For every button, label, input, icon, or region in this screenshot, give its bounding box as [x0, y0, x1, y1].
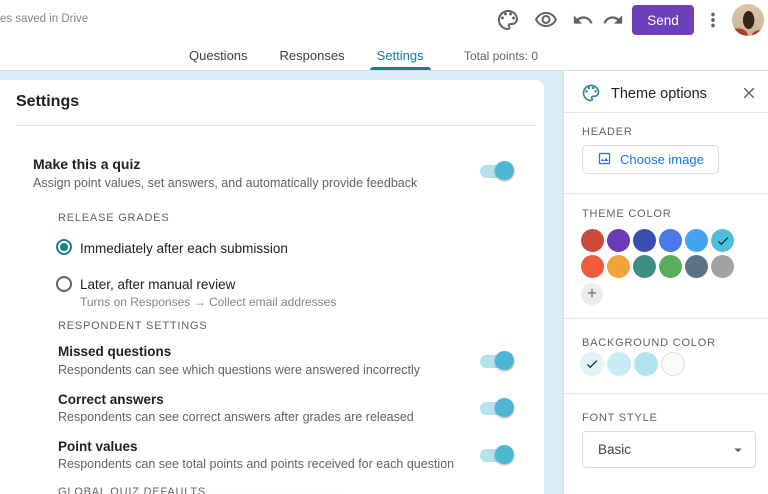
undo-icon	[572, 9, 594, 31]
image-icon	[597, 151, 612, 169]
divider	[564, 393, 768, 394]
divider	[564, 193, 768, 194]
toggle-thumb	[495, 398, 514, 417]
correct-answers-description: Respondents can see correct answers afte…	[58, 410, 414, 424]
theme-color-swatch[interactable]	[685, 255, 708, 278]
background-color-swatch[interactable]	[634, 352, 658, 376]
settings-card: Settings Make this a quiz Assign point v…	[0, 80, 544, 494]
quiz-toggle-title: Make this a quiz	[33, 156, 141, 172]
choose-image-label: Choose image	[620, 152, 704, 167]
correct-answers-toggle[interactable]	[480, 398, 514, 418]
preview-button[interactable]	[534, 8, 558, 32]
point-values-toggle[interactable]	[480, 445, 514, 465]
top-bar: es saved in Drive Send	[0, 0, 768, 40]
missed-questions-title: Missed questions	[58, 344, 172, 359]
theme-options-panel: Theme options HEADER Choose image THEME …	[563, 71, 768, 494]
close-icon	[740, 84, 758, 102]
theme-color-swatch[interactable]	[685, 229, 708, 252]
form-tab-bar: Questions Responses Settings Total point…	[0, 40, 768, 71]
theme-color-swatch[interactable]	[633, 255, 656, 278]
eye-icon	[534, 8, 558, 32]
respondent-settings-label: RESPONDENT SETTINGS	[58, 320, 208, 332]
header-section-label: HEADER	[582, 126, 633, 138]
close-panel-button[interactable]	[739, 83, 759, 103]
theme-color-swatch[interactable]	[659, 229, 682, 252]
palette-icon	[581, 83, 601, 103]
customize-theme-button[interactable]	[496, 8, 520, 32]
check-icon	[717, 236, 728, 245]
correct-answers-title: Correct answers	[58, 392, 164, 407]
more-options-button[interactable]	[702, 9, 724, 31]
missed-questions-toggle[interactable]	[480, 351, 514, 371]
theme-color-swatch[interactable]	[581, 255, 604, 278]
background-color-label: BACKGROUND COLOR	[582, 337, 716, 349]
quiz-toggle-switch[interactable]	[480, 161, 514, 181]
missed-questions-description: Respondents can see which questions were…	[58, 363, 420, 377]
background-color-swatch[interactable]	[580, 352, 604, 376]
theme-color-swatch[interactable]	[711, 229, 734, 252]
global-quiz-defaults-label: GLOBAL QUIZ DEFAULTS	[58, 486, 207, 494]
divider	[564, 112, 768, 113]
theme-color-swatch[interactable]	[607, 255, 630, 278]
theme-color-swatch[interactable]	[711, 255, 734, 278]
theme-color-swatch[interactable]	[581, 229, 604, 252]
theme-color-swatches	[581, 229, 737, 278]
chevron-down-icon	[729, 441, 747, 459]
background-color-swatch[interactable]	[607, 352, 631, 376]
background-color-swatches	[580, 352, 710, 376]
radio-immediately-label[interactable]: Immediately after each submission	[80, 241, 288, 256]
background-color-swatch[interactable]	[661, 352, 685, 376]
content-area: Settings Make this a quiz Assign point v…	[0, 71, 768, 494]
theme-color-swatch[interactable]	[633, 229, 656, 252]
palette-icon	[496, 8, 520, 32]
radio-later-label[interactable]: Later, after manual review	[80, 277, 235, 292]
font-style-dropdown[interactable]: Basic	[582, 431, 756, 468]
undo-button[interactable]	[572, 9, 594, 31]
divider	[16, 125, 536, 126]
send-button[interactable]: Send	[632, 5, 694, 35]
toggle-thumb	[495, 445, 514, 464]
divider	[564, 318, 768, 319]
choose-image-button[interactable]: Choose image	[582, 145, 719, 174]
kebab-menu-icon	[702, 9, 724, 31]
save-status-text: es saved in Drive	[0, 13, 89, 25]
tab-settings[interactable]: Settings	[369, 40, 431, 70]
point-values-description: Respondents can see total points and poi…	[58, 457, 455, 471]
radio-later-description: Turns on Responses → Collect email addre…	[80, 295, 337, 309]
release-grades-label: RELEASE GRADES	[58, 212, 170, 224]
page-title: Settings	[16, 93, 80, 110]
check-icon	[586, 360, 598, 369]
quiz-toggle-description: Assign point values, set answers, and au…	[33, 176, 418, 190]
tab-responses[interactable]: Responses	[273, 40, 352, 70]
account-avatar[interactable]	[732, 4, 764, 36]
toggle-thumb	[495, 161, 514, 180]
google-forms-settings-page: es saved in Drive Send Questions Respons…	[0, 0, 768, 494]
radio-later[interactable]	[56, 276, 72, 292]
redo-icon	[602, 9, 624, 31]
theme-color-swatch[interactable]	[607, 229, 630, 252]
redo-button[interactable]	[602, 9, 624, 31]
theme-color-label: THEME COLOR	[582, 208, 672, 220]
theme-color-swatch[interactable]	[659, 255, 682, 278]
radio-immediately[interactable]	[56, 239, 72, 255]
tabs: Questions Responses Settings	[182, 40, 431, 70]
font-style-label: FONT STYLE	[582, 412, 658, 424]
font-style-value: Basic	[598, 442, 632, 457]
total-points-text: Total points: 0	[463, 49, 538, 63]
point-values-title: Point values	[58, 439, 138, 454]
add-custom-color-button[interactable]	[581, 283, 603, 305]
panel-title: Theme options	[611, 86, 707, 102]
plus-icon	[585, 286, 599, 303]
toggle-thumb	[495, 351, 514, 370]
tab-questions[interactable]: Questions	[182, 40, 255, 70]
